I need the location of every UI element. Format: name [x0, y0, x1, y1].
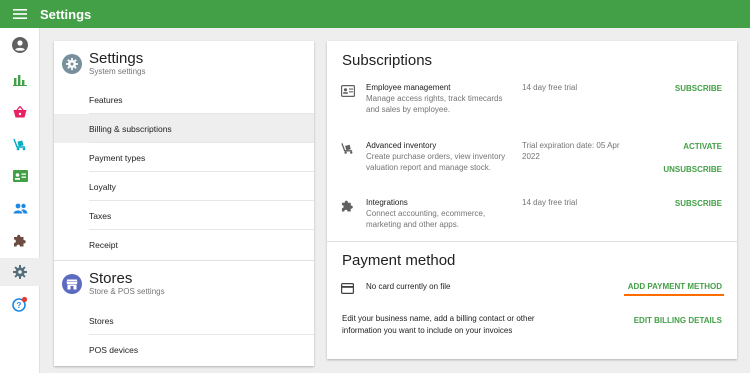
menu-item-receipt[interactable]: Receipt [54, 230, 314, 259]
menu-item-features[interactable]: Features [54, 85, 314, 114]
top-app-bar: Settings [0, 0, 750, 28]
stores-group-header: Stores Store & POS settings [54, 264, 314, 304]
menu-item-label: Billing & subscriptions [89, 123, 172, 134]
settings-group-header: Settings System settings [54, 44, 314, 84]
subscription-status: 14 day free trial [522, 198, 578, 207]
edit-billing-details-button[interactable]: EDIT BILLING DETAILS [634, 316, 722, 325]
section-divider [327, 241, 737, 242]
store-icon [62, 274, 82, 294]
unsubscribe-button[interactable]: UNSUBSCRIBE [663, 165, 722, 174]
payment-method-title: Payment method [342, 252, 456, 269]
highlight-underline [624, 294, 724, 296]
menu-item-stores[interactable]: Stores [54, 306, 314, 335]
people-icon[interactable] [0, 194, 40, 222]
puzzle-icon[interactable] [0, 226, 40, 254]
group-divider [54, 260, 314, 261]
page-title: Settings [40, 6, 92, 22]
help-icon[interactable]: ? [0, 290, 40, 318]
id-badge-icon [341, 84, 356, 98]
id-card-icon[interactable] [0, 162, 40, 190]
menu-item-pos-devices[interactable]: POS devices [54, 335, 314, 364]
menu-item-label: Loyalty [89, 181, 116, 192]
subscribe-button[interactable]: SUBSCRIBE [675, 199, 722, 208]
settings-group-subtitle: System settings [89, 67, 146, 76]
basket-icon[interactable] [0, 98, 40, 126]
subscription-status: Trial expiration date: 05 Apr 2022 [522, 141, 620, 161]
credit-card-icon [341, 281, 355, 295]
billing-description: Edit your business name, add a billing c… [342, 314, 535, 335]
puzzle-icon [341, 199, 355, 213]
hamburger-icon[interactable] [0, 0, 40, 28]
menu-item-billing-subscriptions[interactable]: Billing & subscriptions [54, 114, 314, 143]
settings-menu-card: Settings System settings Features Billin… [54, 41, 314, 366]
subscription-name: Employee management [366, 83, 451, 92]
trolley-icon [341, 142, 355, 156]
subscription-name: Advanced inventory [366, 141, 437, 150]
no-card-text: No card currently on file [366, 282, 451, 291]
gear-icon [62, 54, 82, 74]
subscription-row-employee-management: Employee management Manage access rights… [327, 81, 737, 131]
svg-text:?: ? [17, 301, 22, 310]
menu-item-taxes[interactable]: Taxes [54, 201, 314, 230]
subscription-name: Integrations [366, 198, 408, 207]
menu-item-label: Features [89, 94, 123, 105]
billing-card: Subscriptions Employee management Manage… [327, 41, 737, 359]
subscription-row-integrations: Integrations Connect accounting, ecommer… [327, 196, 737, 241]
trolley-icon[interactable] [0, 130, 40, 158]
subscription-status: 14 day free trial [522, 83, 578, 92]
subscribe-button[interactable]: SUBSCRIBE [675, 84, 722, 93]
menu-item-label: Payment types [89, 152, 146, 163]
bar-chart-icon[interactable] [0, 66, 40, 94]
subscription-description: Manage access rights, track timecards an… [366, 94, 503, 114]
subscription-description: Create purchase orders, view inventory v… [366, 152, 506, 172]
stores-group-subtitle: Store & POS settings [89, 287, 165, 296]
settings-group-title: Settings [89, 50, 144, 67]
gear-icon[interactable] [0, 258, 40, 286]
subscriptions-title: Subscriptions [342, 52, 433, 69]
nav-rail: ? [0, 28, 40, 373]
add-payment-method-button[interactable]: ADD PAYMENT METHOD [628, 282, 722, 291]
menu-item-payment-types[interactable]: Payment types [54, 143, 314, 172]
subscription-row-advanced-inventory: Advanced inventory Create purchase order… [327, 139, 737, 189]
subscription-description: Connect accounting, ecommerce, marketing… [366, 209, 486, 229]
menu-item-label: Receipt [89, 239, 118, 250]
activate-button[interactable]: ACTIVATE [683, 142, 722, 151]
menu-item-label: POS devices [89, 344, 139, 355]
menu-item-label: Taxes [89, 210, 112, 221]
menu-item-label: Stores [89, 315, 114, 326]
menu-item-loyalty[interactable]: Loyalty [54, 172, 314, 201]
account-circle-icon[interactable] [0, 31, 40, 59]
stores-group-title: Stores [89, 270, 133, 287]
